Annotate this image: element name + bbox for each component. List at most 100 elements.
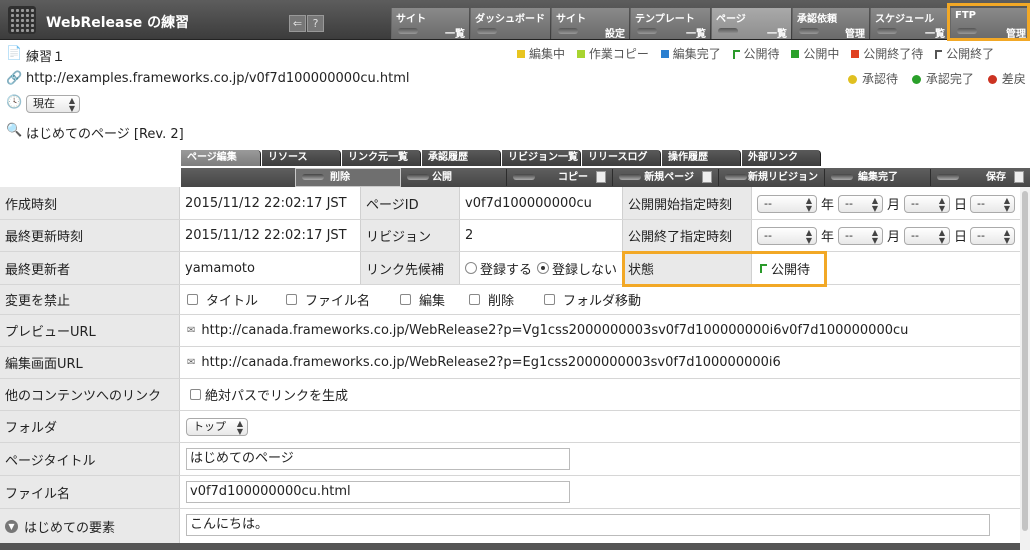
element-input[interactable]: こんにちは。 xyxy=(186,514,990,536)
file-name-label: ファイル名 xyxy=(0,476,180,508)
tab-operation-history[interactable]: 操作履歴 xyxy=(662,150,741,166)
lock-delete-checkbox[interactable]: 削除 xyxy=(469,285,514,314)
checkbox-icon xyxy=(400,294,411,305)
pill-icon xyxy=(513,174,535,180)
folder-label: フォルダ xyxy=(0,411,180,442)
vertical-scrollbar[interactable] xyxy=(1020,187,1030,550)
page-doc-icon: 📄 xyxy=(6,46,23,61)
lock-move-folder-checkbox[interactable]: フォルダ移動 xyxy=(544,285,641,314)
radio-icon xyxy=(465,262,477,274)
menu-ftp-admin[interactable]: FTP 管理 xyxy=(950,8,1030,40)
updater-label: 最終更新者 xyxy=(0,252,180,284)
row-updated: 最終更新時刻 2015/11/12 22:02:17 JST リビジョン 2 公… xyxy=(0,220,1020,252)
status-legend: 編集中 作業コピー 編集完了 公開待 公開中 公開終了待 公開終了 xyxy=(517,45,1002,62)
menu-schedule-list[interactable]: スケジュール 一覧 xyxy=(870,8,949,40)
help-icon[interactable]: ? xyxy=(307,15,324,32)
pill-icon xyxy=(477,28,497,34)
lock-label: 変更を禁止 xyxy=(0,285,180,314)
save-button[interactable]: 保存 xyxy=(931,169,1030,186)
pub-start-day-select[interactable]: -- ▲ ▼ xyxy=(904,195,950,213)
document-icon xyxy=(596,171,606,183)
menu-template-list[interactable]: テンプレート 一覧 xyxy=(630,8,710,40)
edit-url-label: 編集画面URL xyxy=(0,347,180,378)
preview-url-link[interactable]: ✉ http://canada.frameworks.co.jp/WebRelea… xyxy=(187,315,908,346)
menu-approval-requests[interactable]: 承認依頼 管理 xyxy=(792,8,869,40)
menu-dashboard[interactable]: ダッシュボード xyxy=(470,8,550,39)
copy-button[interactable]: コピー xyxy=(507,169,613,186)
pill-icon xyxy=(877,28,897,34)
legend-unpublished: 公開終了 xyxy=(935,47,994,61)
pill-icon xyxy=(725,174,747,180)
revision-value: 2 xyxy=(465,228,474,243)
pub-end-month-select[interactable]: -- ▲ ▼ xyxy=(838,227,883,245)
select-arrows-icon: ▲ ▼ xyxy=(236,419,243,436)
checkbox-icon xyxy=(187,294,198,305)
tab-release-log[interactable]: リリースログ xyxy=(582,150,661,166)
collapse-toggle-icon: ▼ xyxy=(5,519,18,533)
legend-pending-publish: 公開待 xyxy=(732,47,780,61)
mail-icon: ✉ xyxy=(187,357,196,368)
publish-button[interactable]: 公開 xyxy=(401,169,507,186)
row-page-title: ページタイトル はじめてのページ xyxy=(0,443,1020,476)
legend-working-copy: 作業コピー xyxy=(576,47,649,61)
tab-link-sources[interactable]: リンク元一覧 xyxy=(342,150,421,166)
pill-icon xyxy=(407,174,429,180)
absolute-path-checkbox[interactable]: 絶対パスでリンクを生成 xyxy=(190,379,348,410)
lock-edit-checkbox[interactable]: 編集 xyxy=(400,285,445,314)
pub-start-hour-select[interactable]: -- ▲ ▼ xyxy=(970,195,1015,213)
clock-icon: 🕓 xyxy=(6,95,23,110)
row-lock: 変更を禁止 タイトル ファイル名 編集 削除 フォルダ移動 xyxy=(0,285,1020,315)
approval-dot-icon xyxy=(848,75,857,84)
pub-start-year-select[interactable]: -- ▲ ▼ xyxy=(757,195,817,213)
legend-editing: 編集中 xyxy=(517,47,565,61)
edit-url-link[interactable]: ✉ http://canada.frameworks.co.jp/WebRelea… xyxy=(187,347,781,378)
legend-approved: 承認完了 xyxy=(911,72,974,86)
menu-page-list[interactable]: ページ 一覧 xyxy=(711,8,791,40)
menu-site-settings[interactable]: サイト 設定 xyxy=(551,8,629,40)
page-id-value: v0f7d100000000cu xyxy=(465,195,592,211)
file-name-input[interactable]: v0f7d100000000cu.html xyxy=(186,481,570,503)
page-title-input[interactable]: はじめてのページ xyxy=(186,448,570,470)
row-other-link: 他のコンテンツへのリンク 絶対パスでリンクを生成 xyxy=(0,379,1020,411)
status-square-icon xyxy=(660,50,669,58)
app-title: WebRelease の練習 xyxy=(46,15,190,31)
time-select[interactable]: 現在 ▲ ▼ xyxy=(26,95,80,113)
pub-end-year-select[interactable]: -- ▲ ▼ xyxy=(757,227,817,245)
edit-complete-button[interactable]: 編集完了 xyxy=(825,169,931,186)
radio-register[interactable]: 登録する xyxy=(465,252,532,284)
app-logo-icon xyxy=(8,6,36,34)
lock-filename-checkbox[interactable]: ファイル名 xyxy=(286,285,370,314)
page-title-revision: はじめてのページ [Rev. 2] xyxy=(26,127,184,142)
folder-select[interactable]: トップ ▲ ▼ xyxy=(186,418,248,436)
checkbox-icon xyxy=(469,294,480,305)
pill-icon xyxy=(799,28,819,34)
tab-approval-history[interactable]: 承認履歴 xyxy=(422,150,501,166)
revision-label: リビジョン xyxy=(360,220,460,251)
tab-resources[interactable]: リソース xyxy=(262,150,341,166)
tab-page-edit[interactable]: ページ編集 xyxy=(181,150,261,166)
new-revision-button[interactable]: 新規リビジョン xyxy=(719,169,825,186)
tab-revision-list[interactable]: リビジョン一覧 xyxy=(502,150,581,166)
element-label[interactable]: ▼ はじめての要素 xyxy=(0,509,180,543)
page-url[interactable]: http://examples.frameworks.co.jp/v0f7d10… xyxy=(26,71,409,86)
pill-icon xyxy=(558,28,578,34)
site-name: 練習１ xyxy=(26,50,66,65)
new-page-button[interactable]: 新規ページ xyxy=(613,169,719,186)
legend-edit-done: 編集完了 xyxy=(660,47,721,61)
tab-external-links[interactable]: 外部リンク xyxy=(742,150,821,166)
pub-end-hour-select[interactable]: -- ▲ ▼ xyxy=(970,227,1015,245)
select-arrows-icon: ▲ ▼ xyxy=(68,96,75,113)
legend-awaiting-approval: 承認待 xyxy=(848,72,898,86)
legend-published: 公開中 xyxy=(791,47,839,61)
back-icon[interactable]: ⇐ xyxy=(289,15,306,32)
menu-site-list[interactable]: サイト 一覧 xyxy=(391,8,469,40)
state-label: 状態 xyxy=(622,252,752,284)
pub-start-month-select[interactable]: -- ▲ ▼ xyxy=(838,195,883,213)
radio-no-register[interactable]: 登録しない xyxy=(537,252,617,284)
preview-url-label: プレビューURL xyxy=(0,315,180,346)
approval-dot-icon xyxy=(911,75,921,84)
lock-title-checkbox[interactable]: タイトル xyxy=(187,285,258,314)
select-arrows-icon: ▲ ▼ xyxy=(805,228,812,245)
pub-end-day-select[interactable]: -- ▲ ▼ xyxy=(904,227,950,245)
scrollbar-thumb[interactable] xyxy=(1022,191,1028,531)
